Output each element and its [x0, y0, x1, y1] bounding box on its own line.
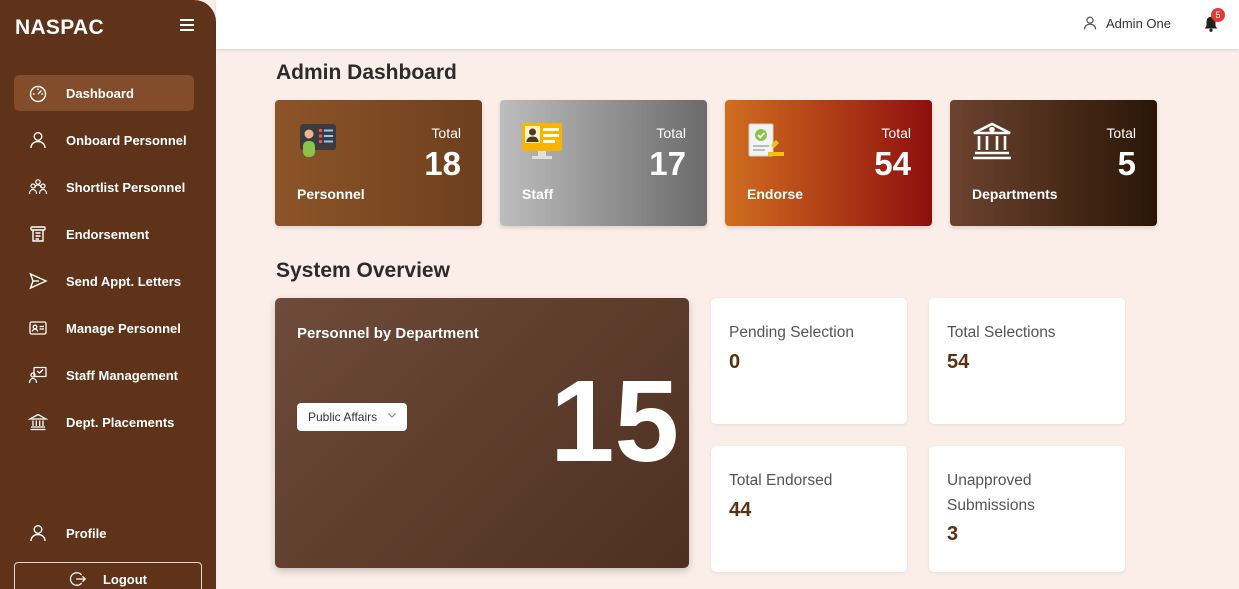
- logout-button[interactable]: Logout: [14, 562, 202, 589]
- chevron-down-icon: [388, 413, 396, 418]
- sidebar-item-dashboard[interactable]: Dashboard: [14, 75, 194, 111]
- department-select[interactable]: Public Affairs: [297, 403, 407, 431]
- stat-value: 54: [874, 145, 911, 182]
- page-title: Admin Dashboard: [276, 61, 457, 84]
- sidebar-nav: Dashboard Onboard Personnel Shortlist Pe…: [14, 75, 194, 451]
- institution-icon: [973, 122, 1011, 160]
- user-name: Admin One: [1105, 15, 1171, 31]
- notification-badge: 5: [1211, 8, 1225, 22]
- personnel-icon: [300, 124, 336, 157]
- staff-icon: [522, 123, 562, 159]
- sidebar-item-send-appt-letters[interactable]: Send Appt. Letters: [14, 263, 194, 299]
- overview-label: Pending Selection: [729, 324, 854, 341]
- sidebar-item-label: Send Appt. Letters: [66, 273, 182, 289]
- stat-total-label: Total: [656, 125, 686, 141]
- stat-total-label: Total: [1106, 125, 1136, 141]
- overview-value: 3: [947, 523, 959, 545]
- sidebar-item-label: Manage Personnel: [66, 320, 181, 336]
- scroll-icon: [27, 223, 49, 245]
- sidebar-item-onboard-personnel[interactable]: Onboard Personnel: [14, 122, 194, 158]
- user-menu[interactable]: Admin One: [1082, 15, 1171, 31]
- department-select-value: Public Affairs: [308, 410, 378, 424]
- department-personnel-count: 15: [549, 356, 679, 486]
- presenter-icon: [27, 364, 49, 386]
- group-icon: [27, 176, 49, 198]
- sidebar-item-dept-placements[interactable]: Dept. Placements: [14, 404, 194, 440]
- brand-logo: NASPAC: [15, 16, 104, 39]
- stat-total-label: Total: [431, 125, 461, 141]
- sidebar-item-label: Staff Management: [66, 367, 178, 383]
- stat-label: Endorse: [747, 186, 804, 202]
- gauge-icon: [27, 82, 49, 104]
- overview-card-total-selections: Total Selections 54: [929, 298, 1125, 424]
- overview-label: Total Endorsed: [729, 472, 833, 489]
- sidebar-item-label: Shortlist Personnel: [66, 179, 186, 195]
- overview-card-total-endorsed: Total Endorsed 44: [711, 446, 907, 572]
- sidebar-item-shortlist-personnel[interactable]: Shortlist Personnel: [14, 169, 194, 205]
- personnel-by-department-panel: Personnel by Department Public Affairs 1…: [275, 298, 689, 568]
- stat-label: Departments: [972, 186, 1058, 202]
- stat-card-departments[interactable]: Total 5 Departments: [950, 100, 1157, 226]
- sidebar: NASPAC Dashboard Onboard Personnel Short…: [0, 0, 216, 589]
- menu-toggle-icon[interactable]: [180, 19, 194, 31]
- overview-card-pending-selection: Pending Selection 0: [711, 298, 907, 424]
- overview-value: 0: [729, 351, 741, 373]
- user-icon: [27, 129, 49, 151]
- stat-card-personnel[interactable]: Total 18 Personnel: [275, 100, 482, 226]
- building-icon: [27, 411, 49, 433]
- overview-label: Total Selections: [947, 324, 1056, 341]
- stat-card-staff[interactable]: Total 17 Staff: [500, 100, 707, 226]
- user-icon: [1083, 16, 1097, 30]
- sidebar-item-profile[interactable]: Profile: [14, 515, 194, 551]
- sidebar-item-label: Profile: [66, 525, 107, 541]
- sidebar-item-label: Onboard Personnel: [66, 132, 187, 148]
- endorse-icon: [748, 123, 784, 157]
- sidebar-item-label: Endorsement: [66, 226, 150, 242]
- sidebar-item-staff-management[interactable]: Staff Management: [14, 357, 194, 393]
- sidebar-item-label: Dept. Placements: [66, 414, 175, 430]
- id-card-icon: [27, 317, 49, 339]
- stat-label: Personnel: [297, 186, 365, 202]
- overview-card-unapproved-submissions: Unapproved Submissions 3: [929, 446, 1125, 572]
- top-bar: Admin One 5: [216, 0, 1239, 49]
- stat-value: 17: [649, 145, 686, 182]
- logout-icon: [69, 572, 87, 586]
- stat-value: 5: [1117, 145, 1136, 182]
- stat-card-endorse[interactable]: Total 54 Endorse: [725, 100, 932, 226]
- user-icon: [27, 522, 49, 544]
- stat-value: 18: [424, 145, 461, 182]
- stat-label: Staff: [522, 186, 554, 202]
- sidebar-item-manage-personnel[interactable]: Manage Personnel: [14, 310, 194, 346]
- section-title: System Overview: [276, 259, 450, 282]
- send-icon: [27, 270, 49, 292]
- stat-total-label: Total: [881, 125, 911, 141]
- logout-label: Logout: [102, 571, 148, 587]
- sidebar-item-label: Dashboard: [66, 85, 134, 101]
- overview-value: 54: [947, 351, 970, 373]
- overview-value: 44: [729, 499, 752, 521]
- panel-title: Personnel by Department: [297, 325, 479, 342]
- overview-label: Unapproved Submissions: [947, 472, 1035, 514]
- sidebar-item-endorsement[interactable]: Endorsement: [14, 216, 194, 252]
